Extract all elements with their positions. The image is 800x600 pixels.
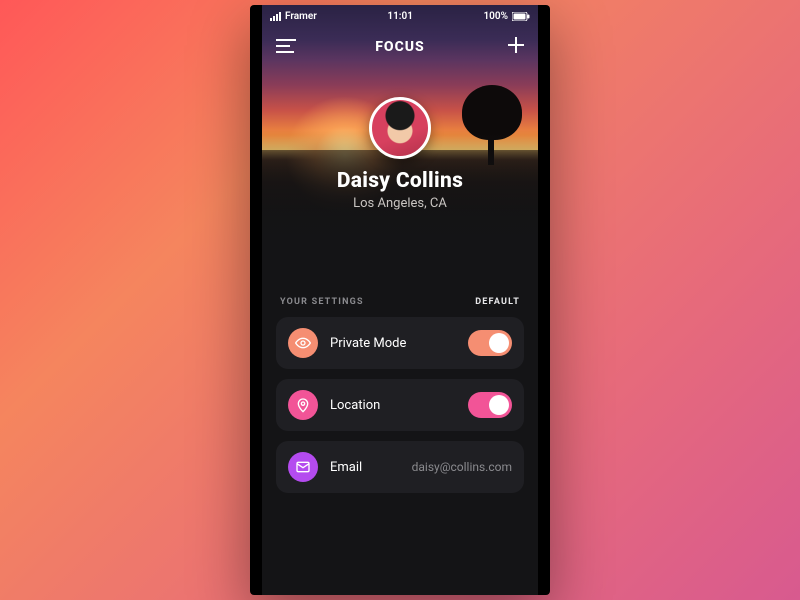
setting-label: Email: [330, 460, 362, 475]
profile-block: Daisy Collins Los Angeles, CA: [262, 97, 538, 211]
setting-row-location[interactable]: Location: [276, 379, 524, 431]
battery-label: 100%: [483, 11, 508, 22]
carrier-label: Framer: [285, 11, 317, 22]
add-icon[interactable]: [508, 37, 524, 57]
settings-section: YOUR SETTINGS DEFAULT Private Mode Locat…: [262, 285, 538, 517]
signal-icon: [270, 12, 281, 21]
status-bar: Framer 11:01 100%: [262, 5, 538, 27]
menu-icon[interactable]: [276, 38, 296, 57]
private-mode-toggle[interactable]: [468, 330, 512, 356]
screen: Framer 11:01 100% FOCUS Daisy Collins: [262, 5, 538, 595]
pin-icon: [288, 390, 318, 420]
settings-section-label: YOUR SETTINGS: [280, 297, 364, 307]
avatar[interactable]: [369, 97, 431, 159]
email-value: daisy@collins.com: [412, 460, 512, 474]
setting-row-private-mode[interactable]: Private Mode: [276, 317, 524, 369]
profile-name: Daisy Collins: [337, 169, 463, 193]
phone-frame: Framer 11:01 100% FOCUS Daisy Collins: [250, 5, 550, 595]
nav-bar: FOCUS: [262, 27, 538, 67]
location-toggle[interactable]: [468, 392, 512, 418]
setting-row-email[interactable]: Email daisy@collins.com: [276, 441, 524, 493]
eye-icon: [288, 328, 318, 358]
settings-default-button[interactable]: DEFAULT: [475, 297, 520, 307]
profile-location: Los Angeles, CA: [353, 196, 447, 211]
setting-label: Private Mode: [330, 336, 406, 351]
mail-icon: [288, 452, 318, 482]
status-time: 11:01: [387, 11, 413, 22]
setting-label: Location: [330, 398, 380, 413]
battery-icon: [512, 12, 530, 21]
page-title: FOCUS: [262, 39, 538, 55]
